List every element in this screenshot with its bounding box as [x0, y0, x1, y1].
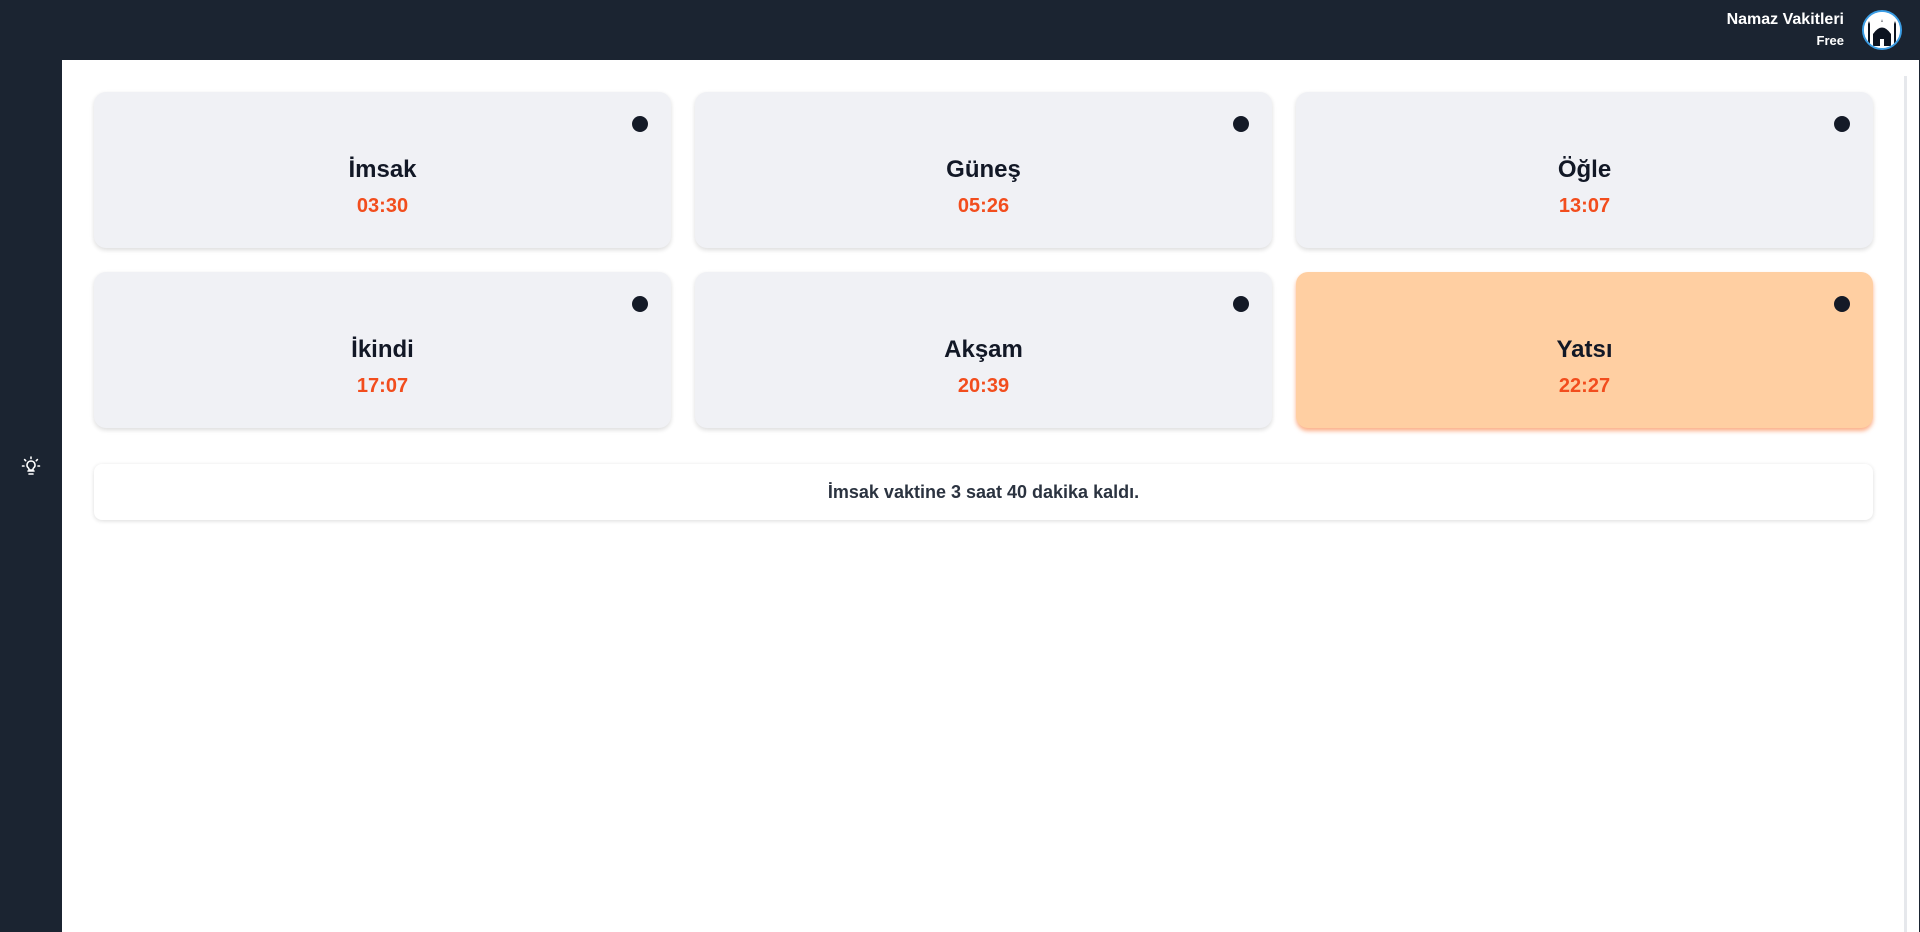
mosque-icon — [1864, 12, 1900, 48]
prayer-name: Öğle — [1557, 156, 1612, 183]
status-dot — [1834, 296, 1850, 312]
prayer-times-grid: İmsak 03:30 Güneş 05:26 Öğle 13:07 İkind… — [94, 92, 1873, 428]
status-dot — [1233, 296, 1249, 312]
theme-toggle-button[interactable] — [19, 454, 43, 478]
prayer-time: 20:39 — [957, 375, 1010, 397]
app-title: Namaz Vakitleri — [1726, 11, 1844, 28]
prayer-time: 17:07 — [356, 375, 409, 397]
sidebar — [0, 60, 62, 932]
status-dot — [1834, 116, 1850, 132]
app-info: Namaz Vakitleri Free — [1727, 10, 1844, 50]
main-content: İmsak 03:30 Güneş 05:26 Öğle 13:07 İkind… — [62, 60, 1919, 932]
top-bar: Namaz Vakitleri Free — [0, 0, 1920, 60]
countdown-banner: İmsak vaktine 3 saat 40 dakika kaldı. — [94, 464, 1873, 520]
scrollbar[interactable] — [1904, 76, 1907, 932]
prayer-card-imsak[interactable]: İmsak 03:30 — [94, 92, 671, 248]
prayer-time: 03:30 — [356, 195, 409, 217]
prayer-card-yatsi[interactable]: Yatsı 22:27 — [1296, 272, 1873, 428]
avatar[interactable] — [1862, 10, 1902, 50]
prayer-name: İmsak — [348, 156, 417, 183]
prayer-time: 05:26 — [957, 195, 1010, 217]
prayer-name: İkindi — [351, 336, 414, 363]
status-dot — [632, 296, 648, 312]
prayer-time: 22:27 — [1558, 375, 1611, 397]
lightbulb-icon — [21, 456, 41, 475]
prayer-card-ikindi[interactable]: İkindi 17:07 — [94, 272, 671, 428]
prayer-name: Yatsı — [1556, 336, 1613, 363]
prayer-card-gunes[interactable]: Güneş 05:26 — [695, 92, 1272, 248]
prayer-card-ogle[interactable]: Öğle 13:07 — [1296, 92, 1873, 248]
prayer-name: Akşam — [944, 336, 1023, 363]
plan-label: Free — [1816, 33, 1844, 48]
status-dot — [1233, 116, 1249, 132]
prayer-name: Güneş — [946, 156, 1021, 183]
status-dot — [632, 116, 648, 132]
prayer-card-aksam[interactable]: Akşam 20:39 — [695, 272, 1272, 428]
prayer-time: 13:07 — [1558, 195, 1611, 217]
